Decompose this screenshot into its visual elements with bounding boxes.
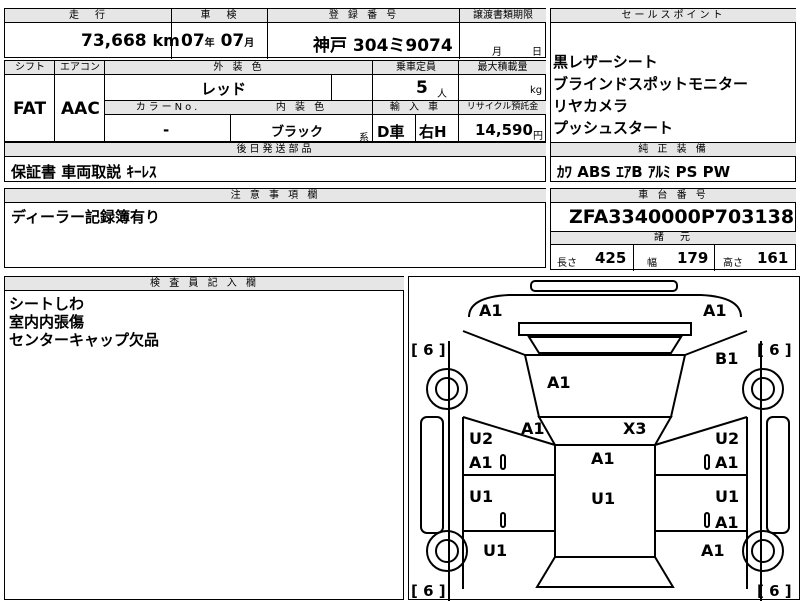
damage-mark-left-front-door: A1 [469, 453, 493, 472]
inspector-line: センターキャップ欠品 [9, 331, 160, 349]
sales-point-item: リヤカメラ [553, 97, 629, 115]
sales-points-header: セールスポイント [551, 9, 796, 23]
length-label: 長さ [557, 258, 577, 269]
capacity-header: 乗車定員 [373, 61, 459, 75]
tire-label-right-top: [ 6 ] [757, 341, 792, 359]
damage-mark-right-fender: B1 [715, 349, 739, 368]
vehicle-detail-table: シフト エアコン 外 装 色 乗車定員 最大積載量 FAT AAC レッド 5 … [4, 60, 546, 144]
length-value: 425 [595, 249, 627, 267]
damage-mark-left-quarter: U1 [483, 541, 508, 560]
damage-mark-right-quarter: A1 [701, 541, 725, 560]
car-damage-diagram: [ 6 ] [ 6 ] [ 6 ] [ 6 ] A1 A1 B1 A1 A1 X… [408, 276, 800, 601]
chassis-section: 車 台 番 号 ZFA3340000P703138 諸 元 長さ 425 幅 1… [550, 188, 796, 271]
ac-header: エアコン [55, 61, 105, 75]
mileage-header: 走 行 [5, 9, 172, 23]
chassis-value: ZFA3340000P703138 [569, 206, 795, 228]
inspector-section: 検 査 員 記 入 欄 シートしわ 室内内張傷 センターキャップ欠品 [4, 276, 404, 600]
capacity-unit: 人 [437, 89, 447, 100]
damage-mark-right-rear-door: U1 [715, 487, 740, 506]
shift-value: FAT [13, 99, 47, 119]
interior-color-value: ブラック [271, 125, 324, 140]
transfer-header: 譲渡書類期限 [460, 9, 546, 23]
damage-mark-right-front-door: U2 [715, 429, 740, 448]
equipment-section: 純 正 装 備 ｶﾜ ABS ｴｱB ｱﾙﾐ PS PW [550, 142, 796, 182]
inspection-month-unit: 月 [244, 38, 255, 49]
mileage-value: 73,668 [81, 31, 147, 51]
color-no-value: - [163, 121, 170, 139]
damage-mark-center-rear: U1 [591, 489, 616, 508]
ac-value: AAC [61, 99, 100, 119]
notes-section: 注 意 事 項 欄 ディーラー記録簿有り [4, 188, 546, 268]
sales-point-item: 黒レザーシート [553, 53, 658, 71]
exterior-color-header: 外 装 色 [105, 61, 373, 75]
equipment-value: ｶﾜ ABS ｴｱB ｱﾙﾐ PS PW [557, 163, 731, 181]
max-load-header: 最大積載量 [459, 61, 546, 75]
import-header: 輸 入 車 [373, 101, 458, 115]
recycle-header: リサイクル預託金 [459, 101, 546, 115]
import-value: D車 [377, 123, 405, 141]
equipment-header: 純 正 装 備 [551, 143, 796, 157]
damage-mark-left-rear-door: U1 [469, 487, 494, 506]
later-parts-header: 後日発送部品 [5, 143, 546, 157]
damage-mark-front-right: A1 [703, 301, 727, 320]
damage-mark-roof: A1 [591, 449, 615, 468]
width-label: 幅 [647, 258, 657, 269]
inspection-year: 07 [181, 31, 205, 51]
notes-header: 注 意 事 項 欄 [5, 189, 546, 203]
exterior-color-value: レッド [201, 80, 247, 98]
shift-header: シフト [5, 61, 55, 75]
recycle-unit: 円 [533, 131, 543, 142]
mileage-unit: km [152, 31, 180, 50]
color-no-header: カラーNo. [105, 101, 231, 115]
capacity-value: 5 [416, 78, 428, 98]
sales-point-item: プッシュスタート [553, 119, 674, 137]
registration-value: 神戸 304ミ9074 [313, 36, 453, 56]
damage-mark-right-rear-door: A1 [715, 513, 739, 532]
top-info-table: 走 行 車 検 登 録 番 号 譲渡書類期限 73,668 km 07年 07月… [4, 8, 546, 59]
inspection-month: 07 [220, 31, 245, 51]
steering-value: 右H [419, 123, 447, 141]
inspection-header: 車 検 [172, 9, 268, 23]
max-load-unit: kg [530, 85, 543, 96]
registration-header: 登 録 番 号 [268, 9, 460, 23]
damage-mark-roof-x: X3 [623, 419, 647, 438]
damage-mark-front-left: A1 [479, 301, 503, 320]
height-label: 高さ [723, 258, 743, 269]
recycle-value: 14,590 [475, 121, 533, 139]
inspection-year-unit: 年 [204, 38, 215, 49]
tire-label-left-top: [ 6 ] [411, 341, 446, 359]
inspector-header: 検 査 員 記 入 欄 [5, 277, 404, 291]
damage-mark-left-front-door: U2 [469, 429, 494, 448]
car-outline-drawing [420, 280, 790, 601]
sales-points-section: セールスポイント 黒レザーシート ブラインドスポットモニター リヤカメラ プッシ… [550, 8, 796, 154]
tire-label-right-bottom: [ 6 ] [757, 582, 792, 600]
interior-color-header: 内 装 色 [231, 101, 372, 115]
later-parts-section: 後日発送部品 保証書 車両取説 ｷｰﾚｽ [4, 142, 546, 182]
sales-point-item: ブラインドスポットモニター [553, 75, 749, 93]
height-value: 161 [757, 249, 789, 267]
chassis-header: 車 台 番 号 [551, 189, 796, 203]
transfer-month-unit: 月 [492, 47, 502, 58]
damage-mark-right-front-door: A1 [715, 453, 739, 472]
transfer-day-unit: 日 [532, 47, 542, 58]
damage-mark-left-pillar: A1 [521, 419, 545, 438]
width-value: 179 [677, 249, 709, 267]
damage-mark-hood: A1 [547, 373, 571, 392]
later-parts-value: 保証書 車両取説 ｷｰﾚｽ [11, 163, 157, 181]
notes-value: ディーラー記録簿有り [11, 208, 160, 226]
specs-header: 諸 元 [551, 232, 796, 245]
tire-label-left-bottom: [ 6 ] [411, 582, 446, 600]
